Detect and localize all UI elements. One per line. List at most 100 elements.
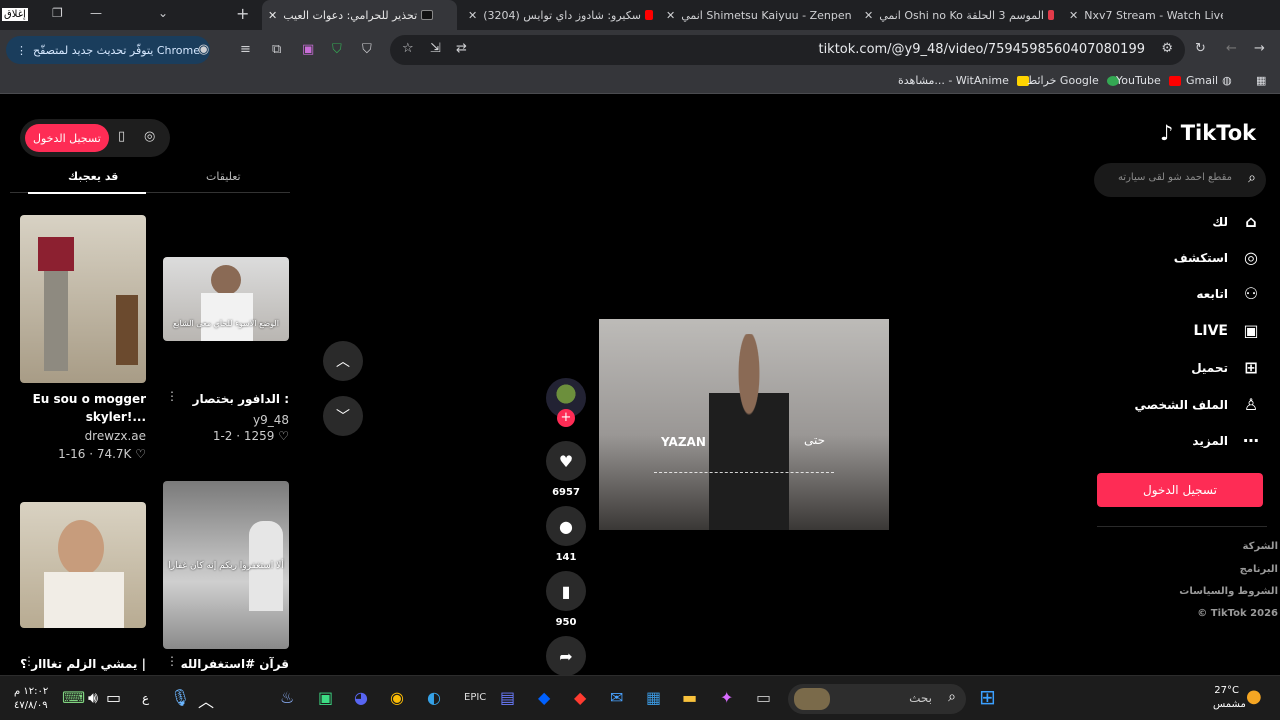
bookmark-star-icon[interactable]: ☆ bbox=[402, 41, 414, 56]
volume-icon[interactable]: 🔊︎ bbox=[88, 688, 98, 708]
video-player[interactable]: YAZAN حتى bbox=[599, 319, 889, 530]
tiktok-logo[interactable]: ♪ TikTok bbox=[1160, 121, 1256, 145]
search-icon[interactable]: ⌕ bbox=[1248, 170, 1256, 186]
nav-item-more[interactable]: المزيد ⋯ bbox=[1192, 431, 1262, 450]
new-tab-button[interactable]: + bbox=[236, 4, 249, 23]
previous-video-button[interactable]: ︿ bbox=[323, 341, 363, 381]
search-input[interactable]: مقطع احمد شو لقى سيارته ⌕ bbox=[1094, 163, 1266, 197]
extension-icon-2[interactable]: ▣ bbox=[302, 42, 314, 57]
phone-icon[interactable]: ▯ bbox=[118, 129, 125, 144]
footer-terms[interactable]: الشروط والسياسات bbox=[1179, 586, 1278, 597]
omnibox[interactable]: ☆ ⇲ ⇄ tiktok.com/@y9_48/video/7594598560… bbox=[390, 35, 1185, 65]
login-small-button[interactable]: تسجيل الدخول bbox=[25, 124, 109, 152]
tab-tiktok-active[interactable]: ✕ تحذير للحرامي: دعوات العيب bbox=[262, 0, 457, 30]
nav-item-profile[interactable]: الملف الشخصي ♙ bbox=[1135, 395, 1262, 414]
bookmark-witanime[interactable]: مشاهدة... - WitAnime bbox=[898, 74, 1033, 87]
extension-icon-1[interactable]: ◉ bbox=[198, 42, 209, 57]
epic-games-icon[interactable]: EPIC bbox=[464, 692, 486, 703]
bookmark-gmail[interactable]: Gmail ◍ bbox=[1186, 74, 1232, 87]
microphone-icon[interactable]: 🎙︎ bbox=[170, 688, 190, 707]
shield-icon[interactable]: ⛉ bbox=[362, 42, 372, 57]
windows-start-icon[interactable]: ⊞ bbox=[979, 685, 996, 709]
nav-item-live[interactable]: LIVE ▣ bbox=[1193, 321, 1262, 340]
language-indicator[interactable]: ع bbox=[142, 691, 149, 705]
mail-icon[interactable]: ✉ bbox=[610, 688, 623, 707]
translate-icon[interactable]: ⇄ bbox=[456, 41, 467, 56]
app-icon[interactable]: ▤ bbox=[500, 688, 515, 707]
share-action[interactable]: ➦ bbox=[546, 636, 586, 676]
save-action[interactable]: ▮ 950 bbox=[546, 571, 586, 628]
tab-youtube[interactable]: ✕ (3204) سكيرو: شادوز داي توايس bbox=[462, 0, 657, 30]
extensions-icon[interactable]: ⧉ bbox=[272, 42, 281, 57]
tab-close-icon[interactable]: ✕ bbox=[666, 9, 675, 22]
tab-you-may-like[interactable]: قد يعجبك bbox=[68, 170, 118, 183]
nav-item-foryou[interactable]: لك ⌂ bbox=[1212, 212, 1262, 231]
red-diamond-icon[interactable]: ◆ bbox=[574, 688, 586, 707]
all-bookmarks-icon[interactable]: ▦ bbox=[1256, 74, 1266, 87]
install-app-icon[interactable]: ⇲ bbox=[430, 41, 441, 56]
game-app-icon[interactable]: ▣ bbox=[318, 688, 333, 707]
tab-oshi-no-ko[interactable]: ✕ انمي Oshi no Ko الموسم 3 الحلقة bbox=[858, 0, 1058, 30]
more-options-icon[interactable]: ⋮ bbox=[166, 654, 178, 668]
discord-icon[interactable]: ◕ bbox=[354, 688, 368, 707]
clock[interactable]: ١٢:٠٢ م ٤٧/٨/٠٩ bbox=[14, 685, 48, 713]
chrome-update-button[interactable]: ⋮ يتوفّر تحديث جديد لمتصفّح Chrome bbox=[6, 36, 210, 64]
chrome-icon[interactable]: ◉ bbox=[390, 688, 404, 707]
tab-shimetsu[interactable]: ✕ انمي Shimetsu Kaiyuu - Zenpen bbox=[660, 0, 855, 30]
close-window-button[interactable]: إغلاق bbox=[2, 8, 28, 21]
video-title[interactable]: قرآن #استغفرالله bbox=[163, 655, 289, 673]
weather-widget[interactable]: 27°C مشمس bbox=[1213, 684, 1246, 712]
tab-comments[interactable]: تعليقات bbox=[206, 170, 241, 183]
comment-action[interactable]: ● 141 bbox=[546, 506, 586, 563]
dropbox-icon[interactable]: ◆ bbox=[538, 688, 550, 707]
bookmark-icon[interactable]: ▮ bbox=[546, 571, 586, 611]
video-thumbnail[interactable] bbox=[20, 502, 146, 628]
site-info-icon[interactable]: ⚙ bbox=[1161, 41, 1173, 56]
more-options-icon[interactable]: ⋮ bbox=[23, 654, 35, 668]
gamepad-icon[interactable]: ⌨ bbox=[62, 688, 85, 707]
next-video-button[interactable]: ﹀ bbox=[323, 396, 363, 436]
video-thumbnail[interactable] bbox=[20, 215, 146, 383]
heart-icon[interactable]: ♥ bbox=[546, 441, 586, 481]
video-title[interactable]: يمشي الزلم تغااار ؟ | bbox=[20, 655, 146, 673]
video-title[interactable]: Eu sou o mogger skyler!... bbox=[20, 390, 146, 426]
bookmark-maps[interactable]: خرائط Google bbox=[1027, 74, 1123, 87]
restore-icon[interactable]: ❐ bbox=[52, 6, 63, 20]
footer-program[interactable]: البرنامج bbox=[1240, 564, 1278, 575]
file-explorer-icon[interactable]: ▬ bbox=[682, 688, 697, 707]
tab-close-icon[interactable]: ✕ bbox=[1069, 9, 1078, 22]
video-author[interactable]: y9_48 bbox=[163, 413, 289, 427]
adblock-shield-icon[interactable]: ⛉ bbox=[332, 42, 342, 57]
nav-item-following[interactable]: اتابعه ⚇ bbox=[1196, 284, 1262, 303]
app-window-icon[interactable]: ▭ bbox=[756, 688, 771, 707]
forward-icon[interactable]: ← bbox=[1226, 41, 1237, 56]
compass-icon[interactable]: ◎ bbox=[144, 129, 155, 144]
video-thumbnail[interactable]: الوضع الاسوء للحاي معى الشابع bbox=[163, 257, 289, 341]
tab-search-icon[interactable]: ⌄ bbox=[158, 6, 168, 20]
show-hidden-icons[interactable]: ︿ bbox=[198, 688, 214, 712]
store-icon[interactable]: ▦ bbox=[646, 688, 661, 707]
video-author[interactable]: drewzx.ae bbox=[20, 429, 146, 443]
like-action[interactable]: ♥ 6957 bbox=[546, 441, 586, 498]
network-icon[interactable]: ▭ bbox=[106, 688, 121, 707]
video-title[interactable]: الدافور بختصار : bbox=[163, 390, 289, 408]
share-icon[interactable]: ➦ bbox=[546, 636, 586, 676]
video-thumbnail[interactable]: ألا استغفروا ربكم إنه كان غفارا bbox=[163, 481, 289, 649]
reload-icon[interactable]: ↻ bbox=[1195, 41, 1206, 56]
bookmark-youtube[interactable]: YouTube bbox=[1116, 74, 1185, 87]
edge-icon[interactable]: ◐ bbox=[427, 688, 441, 707]
copilot-icon[interactable]: ✦ bbox=[720, 688, 733, 707]
comment-icon[interactable]: ● bbox=[546, 506, 586, 546]
tab-close-icon[interactable]: ✕ bbox=[468, 9, 477, 22]
media-control-icon[interactable]: ≡ bbox=[240, 42, 251, 57]
minimize-icon[interactable]: — bbox=[90, 6, 102, 20]
tab-close-icon[interactable]: ✕ bbox=[864, 9, 873, 22]
back-icon[interactable]: → bbox=[1254, 41, 1265, 56]
steam-icon[interactable]: ♨ bbox=[280, 688, 294, 707]
tab-close-icon[interactable]: ✕ bbox=[268, 9, 277, 22]
footer-company[interactable]: الشركة bbox=[1243, 541, 1278, 552]
login-button[interactable]: تسجيل الدخول bbox=[1097, 473, 1263, 507]
more-options-icon[interactable]: ⋮ bbox=[166, 389, 178, 403]
nav-item-upload[interactable]: تحميل ⊞ bbox=[1191, 358, 1262, 377]
follow-plus-icon[interactable]: + bbox=[557, 409, 575, 427]
